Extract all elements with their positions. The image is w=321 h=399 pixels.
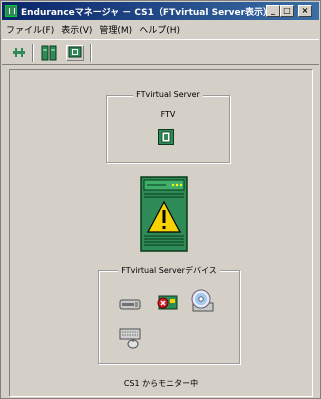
server-pair-icon[interactable] [40, 45, 58, 61]
server-warning-icon[interactable] [140, 176, 188, 252]
minimize-button[interactable]: _ [266, 5, 280, 17]
title-bar[interactable]: Enduranceマネージャ － CS1（FTvirtual Server表示）… [2, 2, 319, 20]
connect-icon[interactable] [10, 45, 28, 61]
server-view-panel: FTvirtual Server FTV FTvirtual Serverデバイ… [9, 69, 313, 397]
ftvirtual-devices-group: FTvirtual Serverデバイス [98, 266, 240, 364]
group-label: FTvirtual Server [133, 90, 203, 99]
window-title: Enduranceマネージャ － CS1（FTvirtual Server表示） [21, 8, 273, 18]
menu-bar: ファイル(F) 表示(V) 管理(M) ヘルプ(H) [2, 21, 319, 38]
menu-file[interactable]: ファイル(F) [6, 23, 54, 36]
cdrom-icon[interactable] [189, 289, 215, 316]
menu-view[interactable]: 表示(V) [61, 23, 92, 36]
menu-help[interactable]: ヘルプ(H) [139, 23, 180, 36]
toolbar-separator [90, 44, 92, 62]
group-label: FTvirtual Serverデバイス [118, 266, 220, 275]
maximize-button[interactable]: □ [280, 5, 294, 17]
monitor-icon[interactable] [66, 45, 84, 61]
storage-error-icon[interactable] [156, 293, 180, 316]
monitoring-status: CS1 からモニター中 [123, 379, 199, 388]
network-adapter-icon[interactable] [119, 295, 141, 316]
menu-manage[interactable]: 管理(M) [99, 23, 132, 36]
close-button[interactable]: × [298, 5, 312, 17]
ftvirtual-server-group: FTvirtual Server FTV [106, 90, 230, 163]
toolbar-separator [32, 44, 34, 62]
app-window: Enduranceマネージャ － CS1（FTvirtual Server表示）… [0, 0, 321, 399]
toolbar [2, 39, 319, 65]
app-icon [5, 5, 17, 17]
node-label: FTV [160, 110, 176, 119]
ftv-node-icon[interactable] [158, 129, 174, 145]
keyboard-mouse-icon[interactable] [119, 327, 143, 352]
